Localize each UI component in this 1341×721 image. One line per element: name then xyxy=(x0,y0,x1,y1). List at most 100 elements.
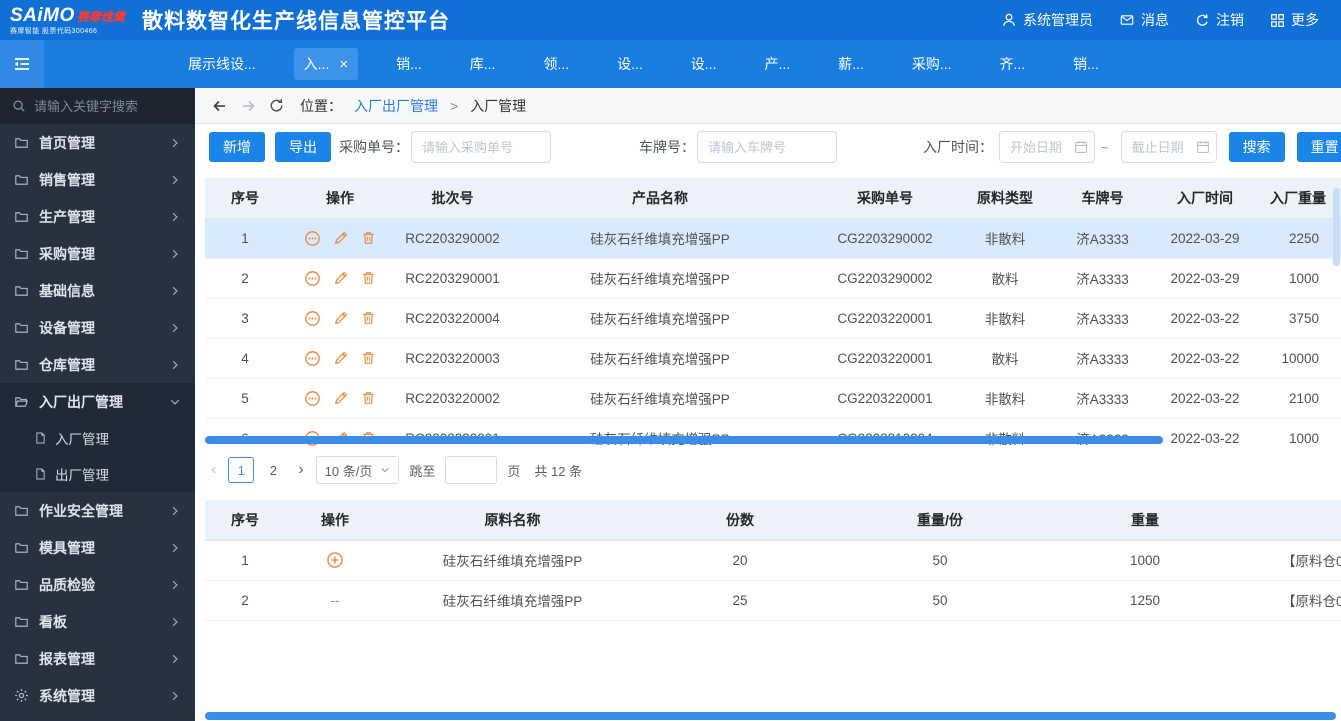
start-date-input[interactable] xyxy=(999,131,1095,163)
end-date-input[interactable] xyxy=(1121,131,1217,163)
tab-qi[interactable]: 齐... xyxy=(989,48,1035,80)
folder-icon xyxy=(14,578,29,592)
tab-purchase[interactable]: 采购... xyxy=(902,48,962,80)
tab-sales-2[interactable]: 销... xyxy=(1063,48,1109,80)
tab-device-1[interactable]: 设... xyxy=(607,48,653,80)
cell-purchase-no: CG2203220001 xyxy=(810,338,960,378)
sidebar-item-warehouse[interactable]: 仓库管理 xyxy=(0,346,195,383)
breadcrumb-parent-link[interactable]: 入厂出厂管理 xyxy=(354,96,438,116)
close-tab-icon[interactable]: × xyxy=(339,57,348,72)
prev-page-button[interactable]: ‹ xyxy=(209,461,218,479)
sidebar-subitem-inbound[interactable]: 入厂管理 xyxy=(0,420,195,456)
sidebar-item-in-out-factory[interactable]: 入厂出厂管理 xyxy=(0,383,195,420)
inbound-table-row[interactable]: 5RC2203220002硅灰石纤维填充增强PPCG2203220001非散料济… xyxy=(205,378,1341,418)
delete-icon[interactable] xyxy=(361,350,376,366)
search-button[interactable]: 搜索 xyxy=(1229,132,1285,162)
sidebar-search-input[interactable] xyxy=(34,99,195,114)
forward-icon[interactable] xyxy=(240,98,257,114)
header-actions: 系统管理员 消息 注销 更多 xyxy=(1001,10,1341,30)
edit-icon[interactable] xyxy=(333,310,349,326)
page-number-2[interactable]: 2 xyxy=(260,457,286,483)
detail-table-row[interactable]: 2--硅灰石纤维填充增强PP25501250【原料仓0 xyxy=(205,580,1341,620)
page-number-1[interactable]: 1 xyxy=(228,457,254,483)
purchase-no-input[interactable] xyxy=(411,131,551,163)
detail-col-header-6 xyxy=(1250,500,1341,540)
sidebar-item-label: 销售管理 xyxy=(39,170,95,190)
tab-sales-1[interactable]: 销... xyxy=(386,48,432,80)
bottom-horizontal-scrollbar[interactable] xyxy=(205,712,1336,720)
delete-icon[interactable] xyxy=(361,390,376,406)
sidebar-item-mould[interactable]: 模具管理 xyxy=(0,529,195,566)
view-detail-icon[interactable] xyxy=(304,230,321,247)
logout-button[interactable]: 注销 xyxy=(1195,10,1244,30)
tab-salary[interactable]: 薪... xyxy=(828,48,874,80)
messages-button[interactable]: 消息 xyxy=(1119,10,1169,30)
cell-inbound-time: 2022-03-22 xyxy=(1155,378,1255,418)
horizontal-scrollbar[interactable] xyxy=(205,436,1163,444)
cell-batch-no: RC2203220004 xyxy=(395,298,510,338)
add-button[interactable]: 新增 xyxy=(209,132,265,162)
page-numbers: 12 xyxy=(228,457,286,483)
sidebar-menu: 首页管理销售管理生产管理采购管理基础信息设备管理仓库管理入厂出厂管理入厂管理出厂… xyxy=(0,124,195,714)
folder-icon xyxy=(14,541,29,555)
inbound-table-row[interactable]: 1RC2203290002硅灰石纤维填充增强PPCG2203290002非散料济… xyxy=(205,218,1341,258)
inbound-table-row[interactable]: 3RC2203220004硅灰石纤维填充增强PPCG2203220001非散料济… xyxy=(205,298,1341,338)
chevron-right-icon xyxy=(169,285,181,297)
inbound-time-label: 入厂时间： xyxy=(923,137,993,157)
page-size-select[interactable]: 10 条/页 xyxy=(316,456,400,484)
delete-icon[interactable] xyxy=(361,230,376,246)
sidebar-item-purchase[interactable]: 采购管理 xyxy=(0,235,195,272)
sidebar-item-label: 看板 xyxy=(39,612,67,632)
sidebar-item-kanban[interactable]: 看板 xyxy=(0,603,195,640)
reset-button[interactable]: 重置 xyxy=(1297,132,1341,162)
sidebar: 首页管理销售管理生产管理采购管理基础信息设备管理仓库管理入厂出厂管理入厂管理出厂… xyxy=(0,88,195,721)
plate-no-input[interactable] xyxy=(697,131,837,163)
tab-picking[interactable]: 领... xyxy=(533,48,579,80)
detail-table-row[interactable]: 1硅灰石纤维填充增强PP20501000【原料仓0 xyxy=(205,540,1341,580)
sidebar-item-home[interactable]: 首页管理 xyxy=(0,124,195,161)
view-detail-icon[interactable] xyxy=(304,390,321,407)
sidebar-item-sales[interactable]: 销售管理 xyxy=(0,161,195,198)
sidebar-subitem-label: 出厂管理 xyxy=(55,464,109,484)
edit-icon[interactable] xyxy=(333,390,349,406)
sidebar-item-equipment[interactable]: 设备管理 xyxy=(0,309,195,346)
edit-icon[interactable] xyxy=(333,270,349,286)
delete-icon[interactable] xyxy=(361,310,376,326)
view-detail-icon[interactable] xyxy=(304,310,321,327)
tab-inbound[interactable]: 入...× xyxy=(294,48,358,80)
plus-circle-icon[interactable] xyxy=(326,551,344,569)
back-icon[interactable] xyxy=(211,98,228,114)
edit-icon[interactable] xyxy=(333,230,349,246)
inbound-table-row[interactable]: 4RC2203220003硅灰石纤维填充增强PPCG2203220001散料济A… xyxy=(205,338,1341,378)
jump-page-input[interactable] xyxy=(445,456,497,484)
sidebar-item-production[interactable]: 生产管理 xyxy=(0,198,195,235)
edit-icon[interactable] xyxy=(333,350,349,366)
cell-warehouse: 【原料仓0 xyxy=(1250,580,1341,620)
sidebar-item-base-info[interactable]: 基础信息 xyxy=(0,272,195,309)
view-detail-icon[interactable] xyxy=(304,350,321,367)
tab-stock[interactable]: 库... xyxy=(460,48,506,80)
tab-production[interactable]: 产... xyxy=(754,48,800,80)
export-button[interactable]: 导出 xyxy=(275,132,331,162)
sidebar-subitem-outbound[interactable]: 出厂管理 xyxy=(0,456,195,492)
sidebar-item-work-safety[interactable]: 作业安全管理 xyxy=(0,492,195,529)
inbound-table-row[interactable]: 2RC2203290001硅灰石纤维填充增强PPCG2203290002散料济A… xyxy=(205,258,1341,298)
user-menu[interactable]: 系统管理员 xyxy=(1001,10,1093,30)
cell-plate-no: 济A3333 xyxy=(1050,218,1155,258)
tab-display-line[interactable]: 展示线设... xyxy=(178,48,266,80)
tab-device-2[interactable]: 设... xyxy=(681,48,727,80)
vertical-scrollbar[interactable] xyxy=(1333,188,1340,266)
sidebar-toggle-button[interactable] xyxy=(0,40,44,88)
sidebar-item-system[interactable]: 系统管理 xyxy=(0,677,195,714)
refresh-icon[interactable] xyxy=(269,98,284,113)
tab-label: 库... xyxy=(470,54,496,74)
sidebar-item-report[interactable]: 报表管理 xyxy=(0,640,195,677)
sidebar-group-in-out-factory: 入厂出厂管理入厂管理出厂管理 xyxy=(0,383,195,492)
delete-icon[interactable] xyxy=(361,270,376,286)
next-page-button[interactable]: › xyxy=(296,461,305,479)
view-detail-icon[interactable] xyxy=(304,270,321,287)
sidebar-item-quality[interactable]: 品质检验 xyxy=(0,566,195,603)
inbound-col-header-7: 入厂时间 xyxy=(1155,178,1255,218)
more-button[interactable]: 更多 xyxy=(1270,10,1319,30)
sidebar-item-label: 作业安全管理 xyxy=(39,501,123,521)
